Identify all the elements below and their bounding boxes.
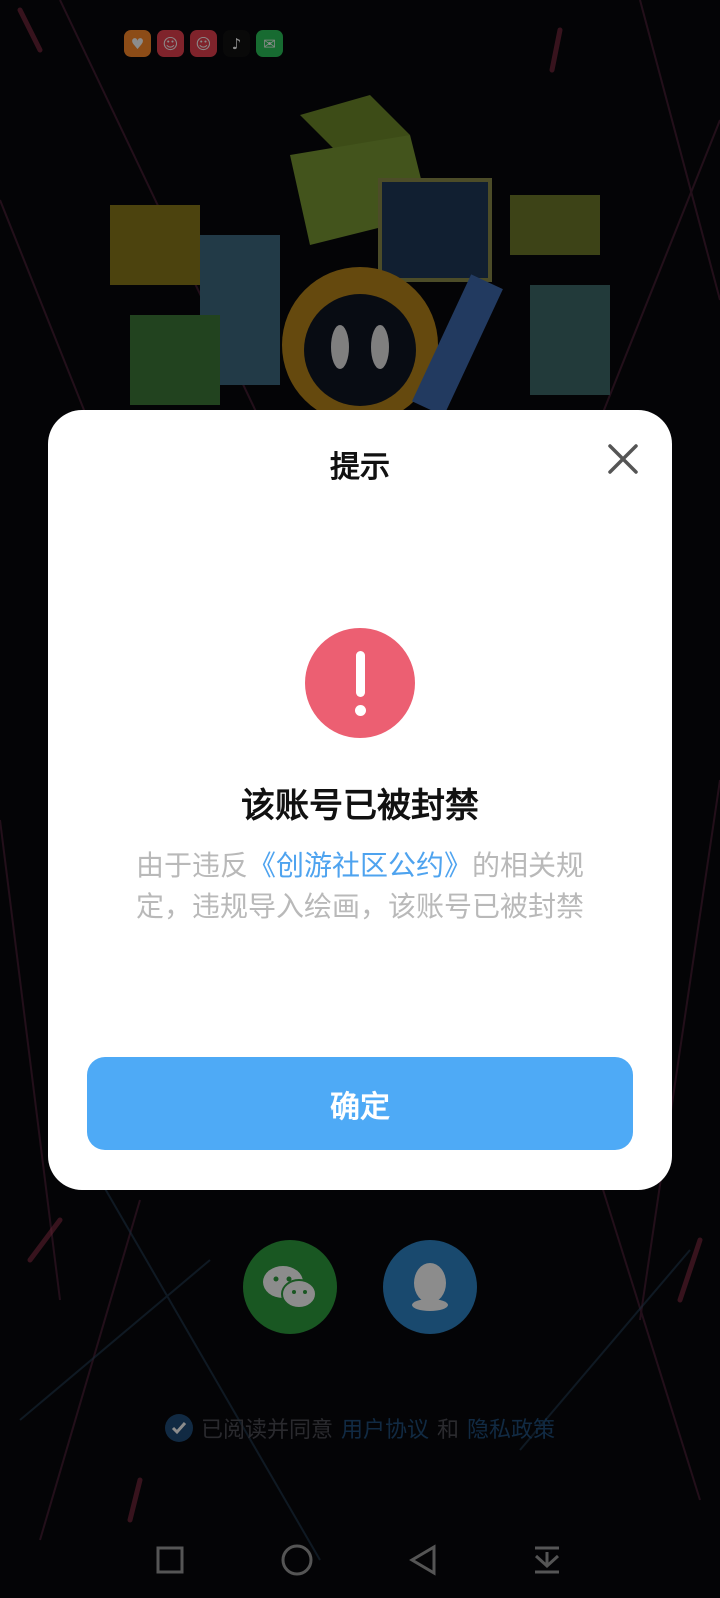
dialog-heading: 该账号已被封禁 (241, 786, 479, 826)
recent-apps-icon (156, 1546, 184, 1574)
dialog-message: 由于违反《创游社区公约》的相关规定，违规导入绘画，该账号已被封禁 (110, 845, 610, 927)
home-icon (281, 1544, 313, 1576)
dialog-title: 提示 (330, 450, 390, 485)
exclamation-icon (305, 628, 415, 738)
ban-notice-dialog: 提示 该账号已被封禁 由于违反《创游社区公约》的相关规定，违规导入绘画，该账号已… (48, 410, 672, 1190)
recent-apps-button[interactable] (145, 1535, 195, 1585)
notification-pulldown-icon (534, 1546, 560, 1574)
close-icon (608, 444, 638, 474)
system-nav-bar (0, 1535, 720, 1585)
back-icon (409, 1544, 436, 1576)
home-button[interactable] (272, 1535, 322, 1585)
notification-pulldown-button[interactable] (522, 1535, 572, 1585)
close-button[interactable] (604, 440, 642, 478)
confirm-button[interactable]: 确定 (87, 1057, 633, 1150)
message-prefix: 由于违反 (135, 849, 248, 882)
back-button[interactable] (398, 1535, 448, 1585)
community-rules-link[interactable]: 《创游社区公约》 (248, 849, 472, 882)
